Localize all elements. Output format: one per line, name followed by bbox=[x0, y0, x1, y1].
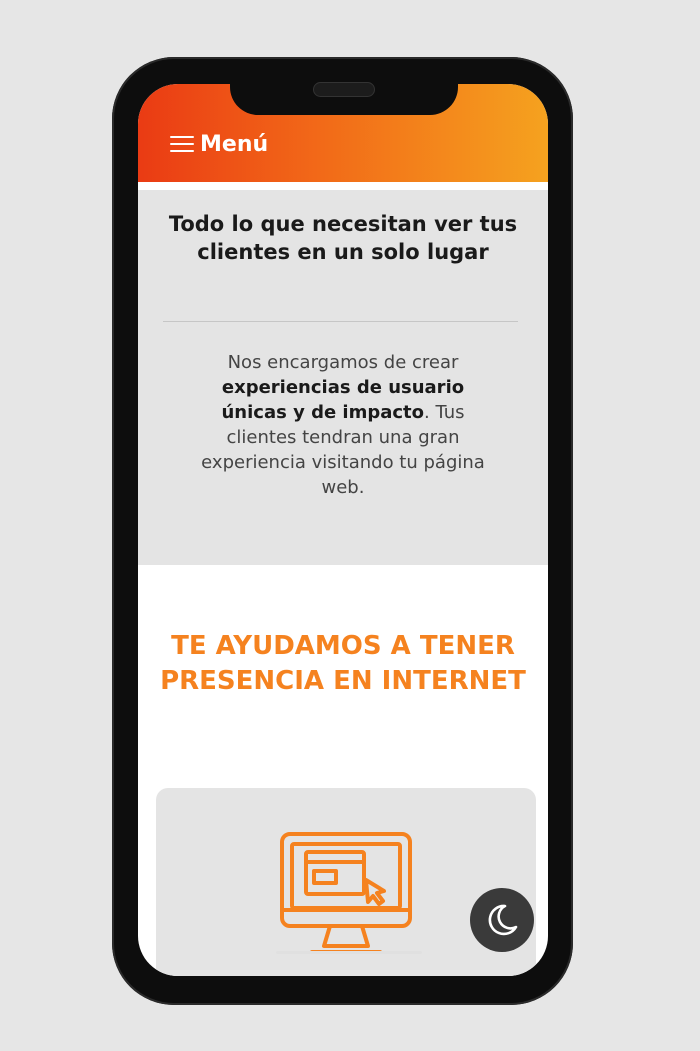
divider bbox=[163, 321, 518, 322]
intro-title: Todo lo que necesitan ver tus clientes e… bbox=[168, 212, 518, 264]
promo-title: TE AYUDAMOS A TENER PRESENCIA EN INTERNE… bbox=[160, 631, 526, 696]
theme-toggle-button[interactable] bbox=[470, 888, 534, 952]
service-card bbox=[156, 788, 536, 976]
hamburger-icon bbox=[170, 135, 194, 153]
intro-text: Nos encargamos de crear experiencias de … bbox=[188, 350, 498, 500]
intro-section: Todo lo que necesitan ver tus clientes e… bbox=[138, 190, 548, 565]
menu-label: Menú bbox=[200, 131, 269, 157]
moon-icon bbox=[488, 904, 518, 936]
web-design-monitor-icon bbox=[280, 832, 412, 954]
home-indicator bbox=[276, 951, 422, 954]
menu-button[interactable]: Menú bbox=[170, 129, 268, 159]
header-separator bbox=[138, 182, 548, 190]
intro-text-start: Nos encargamos de crear bbox=[227, 352, 459, 373]
phone-speaker bbox=[313, 82, 375, 97]
phone-screen: Menú Todo lo que necesitan ver tus clien… bbox=[138, 84, 548, 976]
